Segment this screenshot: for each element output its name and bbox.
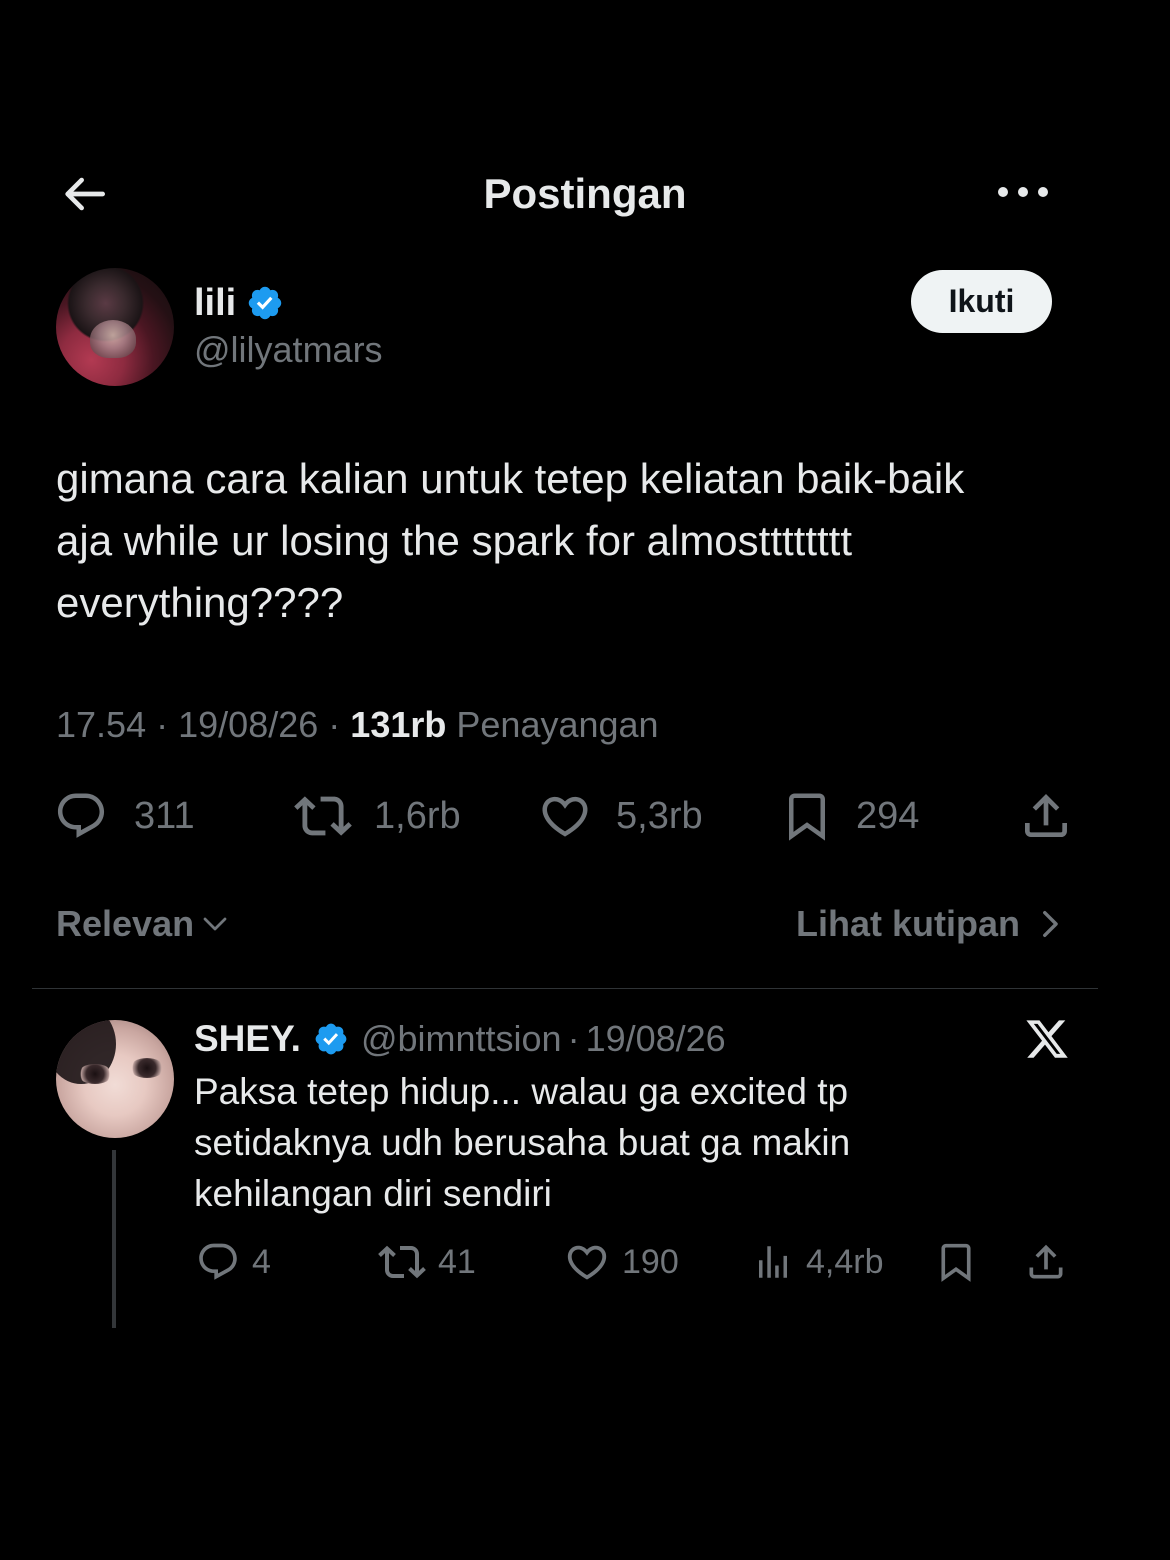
bookmark-button[interactable]: 294 [782, 786, 919, 846]
meta-separator: · [156, 704, 169, 745]
analytics-icon [759, 1246, 787, 1278]
like-count: 5,3rb [616, 795, 703, 837]
more-button[interactable] [992, 168, 1054, 216]
reply-date: 19/08/26 [585, 1018, 726, 1059]
x-logo-icon [1024, 1016, 1070, 1062]
reply-repost-count: 41 [438, 1243, 476, 1281]
repost-button[interactable]: 1,6rb [294, 786, 461, 846]
reply-author-avatar[interactable] [56, 1020, 174, 1138]
heart-icon [542, 796, 588, 837]
reply-count: 311 [134, 795, 195, 837]
share-button[interactable] [1018, 786, 1074, 846]
reply-text: Paksa tetep hidup... walau ga excited tp… [194, 1071, 851, 1214]
like-button[interactable]: 5,3rb [538, 786, 703, 846]
sort-dropdown[interactable]: Relevan [56, 898, 230, 950]
reply-author-name[interactable]: SHEY. [194, 1018, 301, 1060]
views-label[interactable]: Penayangan [456, 704, 658, 745]
reply-repost-button[interactable]: 41 [378, 1236, 476, 1288]
author-avatar[interactable] [56, 268, 174, 386]
heart-icon [567, 1245, 607, 1280]
meta-separator: · [567, 1018, 580, 1059]
chevron-down-icon [203, 917, 227, 931]
thread-line [112, 1150, 116, 1328]
chevron-right-icon [1043, 910, 1058, 938]
reply-reply-button[interactable]: 4 [196, 1236, 271, 1288]
reply-icon [57, 793, 105, 838]
share-icon [1025, 794, 1067, 837]
author-handle[interactable]: @lilyatmars [194, 328, 383, 372]
view-quotes-label: Lihat kutipan [796, 903, 1020, 944]
reply-like-button[interactable]: 190 [564, 1236, 679, 1288]
arrow-left-icon [65, 177, 105, 211]
verified-badge-icon [246, 284, 284, 322]
reply-header: SHEY. @bimnttsion · 19/08/26 [194, 1014, 726, 1064]
post-meta: 17.54 · 19/08/26 · 131rb Penayangan [56, 700, 659, 750]
verified-badge-icon [315, 1023, 347, 1055]
reply-share-button[interactable] [1024, 1236, 1068, 1288]
views-count[interactable]: 131rb [350, 704, 446, 745]
share-icon [1029, 1244, 1063, 1279]
author-name[interactable]: lili [194, 280, 236, 326]
sort-label: Relevan [56, 903, 195, 944]
post-date: 19/08/26 [178, 704, 319, 745]
bookmark-icon [789, 793, 825, 841]
reply-icon [199, 1243, 237, 1280]
reply-reply-count: 4 [252, 1243, 271, 1281]
divider [32, 988, 1098, 989]
meta-separator: · [328, 704, 341, 745]
bookmark-icon [941, 1243, 971, 1282]
bookmark-count: 294 [856, 795, 920, 837]
view-quotes-link[interactable]: Lihat kutipan [796, 898, 1066, 950]
repost-icon [378, 1245, 426, 1279]
repost-icon [294, 796, 352, 836]
follow-button[interactable]: Ikuti [911, 270, 1052, 333]
reply-like-count: 190 [622, 1243, 679, 1281]
post-text: gimana cara kalian untuk tetep keliatan … [56, 455, 965, 626]
more-horizontal-icon [998, 187, 1048, 197]
back-button[interactable] [56, 166, 112, 222]
reply-author-handle[interactable]: @bimnttsion [361, 1018, 562, 1060]
reply-bookmark-button[interactable] [936, 1236, 976, 1288]
reply-views-count: 4,4rb [806, 1243, 884, 1281]
post-time: 17.54 [56, 704, 147, 745]
reply-button[interactable]: 311 [54, 786, 195, 846]
reply-views-button[interactable]: 4,4rb [752, 1236, 884, 1288]
repost-count: 1,6rb [374, 795, 461, 837]
